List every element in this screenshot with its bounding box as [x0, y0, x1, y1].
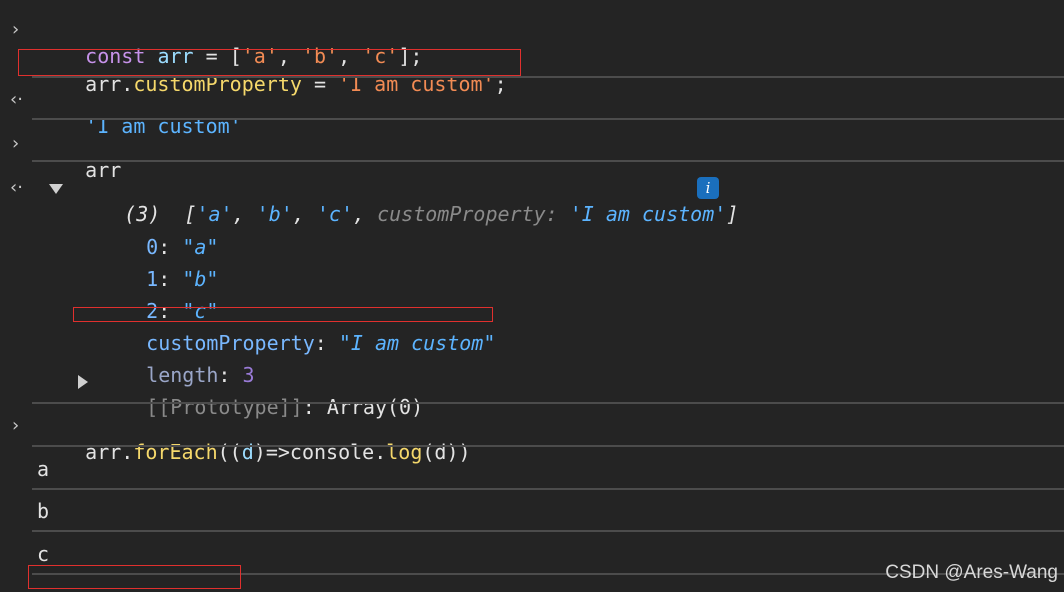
- input-line[interactable]: arr.forEach((d)=>console.log(d)): [37, 413, 471, 491]
- expand-triangle-icon[interactable]: [78, 375, 88, 389]
- dot: .: [121, 440, 134, 464]
- preview-prop-value: 'I am custom': [569, 202, 727, 226]
- identifier-arr: arr: [85, 440, 122, 464]
- divider: [32, 76, 1064, 78]
- devtools-console: › const arr = ['a', 'b', 'c']; arr.custo…: [0, 0, 1064, 592]
- comma: ,: [353, 202, 366, 226]
- info-icon[interactable]: i: [697, 177, 719, 199]
- highlight-box-assignment: [18, 49, 521, 76]
- input-prompt-icon: ›: [12, 415, 20, 436]
- divider: [32, 118, 1064, 120]
- highlight-box-undefined: [28, 565, 241, 589]
- divider: [32, 445, 1064, 447]
- comma: ,: [232, 202, 245, 226]
- highlight-box-custom-property: [73, 307, 493, 322]
- param-d: d: [241, 440, 254, 464]
- result-prompt-icon: ‹·: [10, 89, 23, 110]
- item-value: "I am custom": [338, 331, 496, 355]
- result-prompt-icon: ‹·: [10, 177, 23, 198]
- preview-prop-key: customProperty: [377, 202, 546, 226]
- log-output[interactable]: b: [37, 498, 49, 524]
- preview-item-c: 'c': [316, 202, 353, 226]
- paren: ((: [217, 440, 242, 464]
- paren: (d)): [422, 440, 471, 464]
- log-output[interactable]: a: [37, 456, 49, 482]
- divider: [32, 530, 1064, 532]
- divider: [32, 402, 1064, 404]
- colon: :: [545, 202, 558, 226]
- input-prompt-icon: ›: [12, 133, 20, 154]
- method-log: log: [386, 440, 423, 464]
- divider: [32, 488, 1064, 490]
- arrow-body: )=>console.: [253, 440, 387, 464]
- watermark: CSDN @Ares-Wang: [885, 562, 1058, 583]
- expand-triangle-icon[interactable]: [49, 184, 63, 194]
- input-prompt-icon: ›: [12, 19, 20, 40]
- divider: [32, 160, 1064, 162]
- preview-item-b: 'b': [256, 202, 293, 226]
- method-name: forEach: [133, 440, 218, 464]
- bracket-close: ]: [726, 202, 739, 226]
- log-output[interactable]: c: [37, 541, 49, 567]
- comma: ,: [292, 202, 305, 226]
